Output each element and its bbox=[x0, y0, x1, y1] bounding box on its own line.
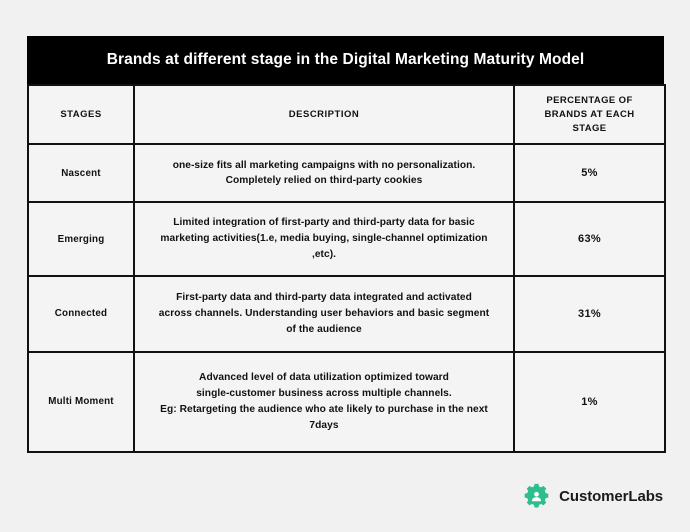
stage-percentage-multi-moment: 1% bbox=[513, 350, 666, 453]
description-line: marketing activities(1.e, media buying, … bbox=[160, 233, 488, 260]
table-header: STAGES DESCRIPTION PERCENTAGE OF BRANDS … bbox=[27, 84, 666, 146]
description-line: one-size fits all marketing campaigns wi… bbox=[172, 159, 476, 171]
table-row: Multi Moment Advanced level of data util… bbox=[27, 350, 666, 453]
description-line: of the audience bbox=[286, 323, 362, 335]
description-line: single-customer business across multiple… bbox=[196, 387, 452, 399]
description-line: Advanced level of data utilization optim… bbox=[199, 372, 449, 384]
stage-name-connected: Connected bbox=[27, 274, 135, 353]
column-header-description: DESCRIPTION bbox=[133, 84, 515, 146]
stage-name-emerging: Emerging bbox=[27, 201, 135, 277]
stage-name-nascent: Nascent bbox=[27, 143, 135, 204]
description-line: Eg: Retargeting the audience who ate lik… bbox=[160, 403, 488, 431]
table-row: Emerging Limited integration of first-pa… bbox=[27, 201, 666, 277]
column-header-percentage: PERCENTAGE OF BRANDS AT EACH STAGE bbox=[513, 84, 666, 146]
stage-percentage-nascent: 5% bbox=[513, 143, 666, 204]
maturity-model-table-block: Brands at different stage in the Digital… bbox=[27, 36, 666, 453]
table-row: Connected First-party data and third-par… bbox=[27, 274, 666, 353]
maturity-model-table: STAGES DESCRIPTION PERCENTAGE OF BRANDS … bbox=[27, 84, 666, 453]
stage-name-multi-moment: Multi Moment bbox=[27, 350, 135, 453]
brand-name: CustomerLabs bbox=[559, 488, 663, 505]
column-header-stages: STAGES bbox=[27, 84, 135, 146]
stage-description-connected: First-party data and third-party data in… bbox=[133, 274, 515, 353]
poster-canvas: Brands at different stage in the Digital… bbox=[0, 0, 690, 532]
stage-percentage-connected: 31% bbox=[513, 274, 666, 353]
stage-description-multi-moment: Advanced level of data utilization optim… bbox=[133, 350, 515, 453]
gear-user-icon bbox=[524, 483, 549, 508]
table-header-row: STAGES DESCRIPTION PERCENTAGE OF BRANDS … bbox=[27, 84, 666, 146]
table-body: Nascent one-size fits all marketing camp… bbox=[27, 143, 666, 453]
brand-logo: CustomerLabs bbox=[523, 483, 663, 510]
stage-description-nascent: one-size fits all marketing campaigns wi… bbox=[133, 143, 515, 204]
description-line: Completely relied on third-party cookies bbox=[225, 175, 423, 187]
description-line: First-party data and third-party data in… bbox=[176, 292, 472, 304]
page-title: Brands at different stage in the Digital… bbox=[27, 36, 664, 85]
table-row: Nascent one-size fits all marketing camp… bbox=[27, 143, 666, 204]
description-line: across channels. Understanding user beha… bbox=[158, 307, 490, 319]
description-line: Limited integration of first-party and t… bbox=[173, 217, 475, 229]
stage-description-emerging: Limited integration of first-party and t… bbox=[133, 201, 515, 277]
stage-percentage-emerging: 63% bbox=[513, 201, 666, 277]
